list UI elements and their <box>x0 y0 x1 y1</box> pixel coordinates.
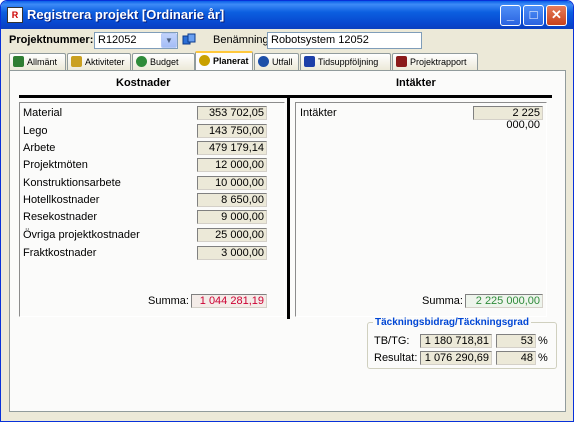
cost-label-konstruktionsarbete: Konstruktionsarbete <box>23 177 121 189</box>
window-title: Registrera projekt [Ordinarie år] <box>27 7 225 22</box>
result-value: 1 076 290,69 <box>420 351 492 365</box>
name-field[interactable]: Robotsystem 12052 <box>267 32 422 49</box>
cost-label-projektmoten: Projektmöten <box>23 159 88 171</box>
money-bag-icon <box>136 56 147 67</box>
cost-value-lego: 143 750,00 <box>197 124 267 138</box>
tab-utfall[interactable]: Utfall <box>254 53 299 70</box>
cost-value-konstruktionsarbete: 10 000,00 <box>197 176 267 190</box>
cost-label-fraktkostnader: Fraktkostnader <box>23 247 97 259</box>
folder-icon <box>71 56 82 67</box>
people-icon <box>258 56 269 67</box>
name-label: Benämning <box>213 34 269 46</box>
result-percent-sign: % <box>538 352 548 364</box>
minimize-button[interactable]: _ <box>500 5 521 26</box>
cost-value-material: 353 702,05 <box>197 106 267 120</box>
project-number-label: Projektnummer: <box>9 34 94 46</box>
chevron-down-icon[interactable]: ▼ <box>161 33 177 48</box>
costs-heading: Kostnader <box>116 77 171 89</box>
info-icon <box>13 56 24 67</box>
result-pct: 48 <box>496 351 536 365</box>
cost-label-hotellkostnader: Hotellkostnader <box>23 194 100 206</box>
contribution-title: Täckningsbidrag/Täckningsgrad <box>373 317 531 328</box>
tab-budget[interactable]: Budget <box>132 53 195 70</box>
costs-rule <box>19 95 287 98</box>
cost-value-arbete: 479 179,14 <box>197 141 267 155</box>
cost-value-resekostnader: 9 000,00 <box>197 210 267 224</box>
cost-label-material: Material <box>23 107 63 119</box>
costs-sum-label: Summa: <box>148 295 189 307</box>
maximize-button[interactable]: □ <box>523 5 544 26</box>
lookup-icon[interactable] <box>182 33 196 47</box>
income-box <box>295 102 547 317</box>
income-heading: Intäkter <box>396 77 436 89</box>
tab-projektrapport[interactable]: Projektrapport <box>392 53 478 70</box>
tg-percent-sign: % <box>538 335 548 347</box>
app-icon: R <box>7 7 23 23</box>
column-divider <box>287 95 290 319</box>
close-button[interactable]: ✕ <box>546 5 567 26</box>
cost-value-hotellkostnader: 8 650,00 <box>197 193 267 207</box>
tab-tidsuppfoljning[interactable]: Tidsuppföljning <box>300 53 391 70</box>
tb-value: 1 180 718,81 <box>420 334 492 348</box>
tg-value: 53 <box>496 334 536 348</box>
money-bag-icon <box>199 55 210 66</box>
income-value: 2 225 000,00 <box>473 106 543 131</box>
tab-planerat[interactable]: Planerat <box>195 51 253 71</box>
tab-allmant[interactable]: Allmänt <box>9 53 66 70</box>
income-sum-value: 2 225 000,00 <box>465 294 543 308</box>
report-icon <box>396 56 407 67</box>
cost-label-ovriga: Övriga projektkostnader <box>23 229 140 241</box>
tbtg-label: TB/TG: <box>374 335 410 347</box>
tab-aktiviteter[interactable]: Aktiviteter <box>67 53 131 70</box>
cost-value-fraktkostnader: 3 000,00 <box>197 246 267 260</box>
result-label: Resultat: <box>374 352 418 364</box>
main-window: R Registrera projekt [Ordinarie år] _ □ … <box>0 0 574 422</box>
cost-value-ovriga: 25 000,00 <box>197 228 267 242</box>
title-bar[interactable]: R Registrera projekt [Ordinarie år] _ □ … <box>1 1 573 29</box>
cost-label-resekostnader: Resekostnader <box>23 211 97 223</box>
income-rule <box>290 95 552 98</box>
costs-sum-value: 1 044 281,19 <box>191 294 267 308</box>
cost-value-projektmoten: 12 000,00 <box>197 158 267 172</box>
income-sum-label: Summa: <box>422 295 463 307</box>
cost-label-lego: Lego <box>23 125 48 137</box>
clock-icon <box>304 56 315 67</box>
income-label: Intäkter <box>300 107 337 119</box>
cost-label-arbete: Arbete <box>23 142 56 154</box>
